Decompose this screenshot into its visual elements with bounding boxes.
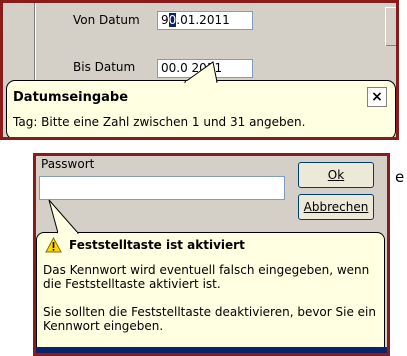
von-datum-field[interactable]: 90.01.2011 [157, 11, 253, 30]
capslock-tooltip-text-1: Das Kennwort wird eventuell falsch einge… [43, 263, 370, 291]
von-datum-rest: .01.2011 [176, 13, 230, 27]
date-tooltip: Datumseingabe Tag: Bitte eine Zahl zwisc… [6, 80, 396, 137]
password-input[interactable] [39, 176, 285, 200]
ok-button[interactable]: Ok [298, 162, 374, 188]
date-tooltip-title: Datumseingabe [13, 90, 129, 105]
warning-icon [45, 237, 62, 253]
side-char-e: e [395, 168, 405, 186]
abbrechen-button-label: Abbrechen [303, 200, 369, 214]
ok-button-label: Ok [327, 168, 345, 182]
passwort-label: Passwort [41, 157, 95, 171]
capslock-tooltip-text-2: Sie sollten die Feststelltaste deaktivie… [43, 305, 376, 333]
password-panel: Passwort Ok Abbrechen Feststelltaste ist… [33, 153, 390, 356]
tooltip-pointer [183, 61, 218, 83]
bis-datum-label: Bis Datum [73, 60, 136, 74]
von-datum-label: Von Datum [73, 13, 140, 27]
capslock-tooltip: Feststelltaste ist aktiviert Das Kennwor… [36, 232, 385, 353]
date-tooltip-text: Tag: Bitte eine Zahl zwischen 1 und 31 a… [13, 115, 306, 129]
date-input-panel: Von Datum 90.01.2011 Bis Datum 00.0 2011… [0, 0, 399, 140]
close-icon[interactable]: × [367, 87, 387, 107]
tooltip-pointer [48, 199, 80, 234]
taskbar-strip [36, 347, 387, 353]
von-datum-selected: 9 [161, 13, 169, 27]
capslock-tooltip-title: Feststelltaste ist aktiviert [69, 238, 245, 252]
side-button[interactable] [385, 7, 396, 46]
abbrechen-button[interactable]: Abbrechen [298, 194, 374, 220]
